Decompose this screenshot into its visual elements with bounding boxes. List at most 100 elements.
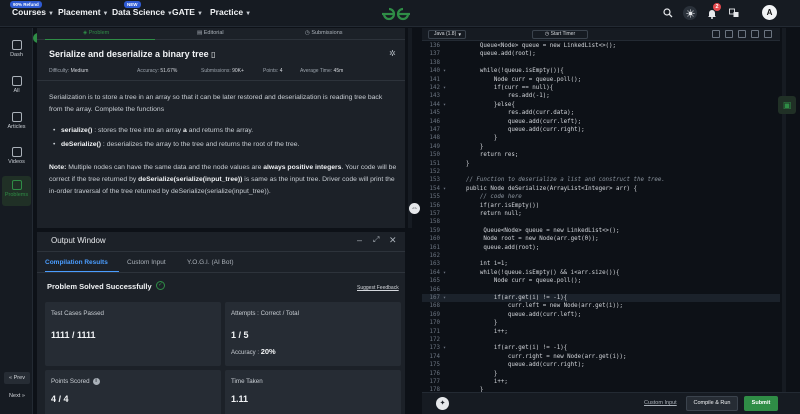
submit-button[interactable]: Submit: [744, 396, 778, 411]
grid-icon: [11, 76, 22, 86]
code-line[interactable]: 142 ▾ if(curr == null){: [422, 84, 780, 92]
code-line[interactable]: 150 return res;: [422, 151, 780, 159]
settings-icon[interactable]: [738, 30, 746, 38]
tab-editorial[interactable]: ▤ Editorial: [197, 30, 224, 36]
user-avatar[interactable]: A: [762, 5, 777, 20]
code-line[interactable]: 147 queue.add(curr.right);: [422, 126, 780, 134]
nav-courses[interactable]: Courses ▼: [12, 7, 54, 17]
info-icon[interactable]: i: [92, 378, 100, 385]
code-line[interactable]: 151 }: [422, 160, 780, 168]
code-line[interactable]: 152: [422, 168, 780, 176]
code-line[interactable]: 176 }: [422, 370, 780, 378]
editor-scrollbar[interactable]: [782, 28, 786, 392]
suggest-feedback-link[interactable]: Suggest Feedback: [357, 285, 399, 291]
close-icon[interactable]: ✕: [389, 235, 397, 246]
line-number: 159: [429, 227, 440, 234]
more-options-icon[interactable]: [764, 30, 772, 38]
code-line[interactable]: 161 queue.add(root);: [422, 244, 780, 252]
tab-custom-input[interactable]: Custom Input: [127, 259, 166, 266]
nav-gate[interactable]: GATE ▼: [172, 7, 203, 17]
bookmark-icon[interactable]: ▯: [211, 50, 215, 59]
next-button[interactable]: Next »: [4, 390, 30, 402]
code-line[interactable]: 159 Queue<Node> queue = new LinkedList<>…: [422, 227, 780, 235]
code-line[interactable]: 174 curr.right = new Node(arr.get(i));: [422, 353, 780, 361]
code-line[interactable]: 160 Node root = new Node(arr.get(0));: [422, 235, 780, 243]
resize-handle-icon[interactable]: ⇔: [409, 203, 420, 214]
rail-item-videos[interactable]: Videos: [2, 143, 31, 173]
code-line[interactable]: 175 queue.add(curr.right);: [422, 361, 780, 369]
code-line[interactable]: 168 curr.left = new Node(arr.get(i));: [422, 302, 780, 310]
nav-placement[interactable]: Placement ▼: [58, 7, 108, 17]
search-icon[interactable]: [661, 6, 675, 20]
code-line[interactable]: 165 Node curr = queue.poll();: [422, 277, 780, 285]
rail-item-problems[interactable]: Problems: [2, 176, 31, 206]
code-line[interactable]: 158: [422, 218, 780, 226]
code-line[interactable]: 157 return null;: [422, 210, 780, 218]
code-line[interactable]: 156 if(arr.isEmpty()): [422, 202, 780, 210]
code-line[interactable]: 155 // code here: [422, 193, 780, 201]
code-line[interactable]: 137 queue.add(root);: [422, 50, 780, 58]
code-text: Node curr = queue.poll();: [452, 278, 582, 285]
nav-data-science[interactable]: Data Science ▼: [112, 7, 173, 17]
code-line[interactable]: 141 Node curr = queue.poll();: [422, 76, 780, 84]
line-number: 172: [429, 337, 440, 343]
chat-icon[interactable]: ▣: [778, 96, 796, 114]
code-line[interactable]: 153 // Function to deserialize a list an…: [422, 176, 780, 184]
translate-icon[interactable]: [727, 6, 741, 20]
compile-run-button[interactable]: Compile & Run: [686, 396, 738, 411]
fold-chevron-icon[interactable]: ▾: [443, 269, 446, 277]
code-line[interactable]: 162: [422, 252, 780, 260]
lightbulb-icon[interactable]: ✦: [436, 397, 449, 410]
fold-chevron-icon[interactable]: ▾: [443, 344, 446, 352]
code-line[interactable]: 171 i++;: [422, 328, 780, 336]
code-editor[interactable]: Java (1.8) ▼ ◷ Start Timer 136 Queue<Node…: [422, 28, 780, 392]
code-line[interactable]: 167 ▾ if(arr.get(i) != -1){: [422, 294, 780, 303]
tab-problem[interactable]: ◈ Problem: [83, 30, 109, 36]
fold-chevron-icon[interactable]: ▾: [443, 294, 446, 302]
code-line[interactable]: 173 ▾ if(arr.get(i) != -1){: [422, 344, 780, 352]
code-line[interactable]: 154 ▾ public Node deSerialize(ArrayList<I…: [422, 185, 780, 193]
tab-yogi-ai-bot[interactable]: Y.O.G.I. (AI Bot): [187, 259, 233, 266]
fold-chevron-icon[interactable]: ▾: [443, 84, 446, 92]
prev-button[interactable]: « Prev: [4, 372, 30, 384]
problem-scrollbar[interactable]: [408, 28, 412, 228]
code-line[interactable]: 138: [422, 59, 780, 67]
code-line[interactable]: 177 i++;: [422, 378, 780, 386]
code-line[interactable]: 146 queue.add(curr.left);: [422, 118, 780, 126]
code-line[interactable]: 164 ▾ while(!queue.isEmpty() && i<arr.siz…: [422, 269, 780, 277]
code-line[interactable]: 169 queue.add(curr.left);: [422, 311, 780, 319]
code-line[interactable]: 140 ▾ while(!queue.isEmpty()){: [422, 67, 780, 75]
code-line[interactable]: 163 int i=1;: [422, 260, 780, 268]
gfg-logo-icon[interactable]: [381, 6, 411, 22]
reset-icon[interactable]: [725, 30, 733, 38]
tab-compilation-results[interactable]: Compilation Results: [45, 259, 108, 266]
copy-icon[interactable]: [712, 30, 720, 38]
fold-chevron-icon[interactable]: ▾: [443, 67, 446, 75]
code-line[interactable]: 170 }: [422, 319, 780, 327]
code-line[interactable]: 144 ▾ }else{: [422, 101, 780, 109]
rail-item-all[interactable]: All: [2, 72, 31, 102]
rail-item-dash[interactable]: Dash: [2, 36, 31, 66]
fullscreen-icon[interactable]: [751, 30, 759, 38]
expand-icon[interactable]: ⤢: [373, 235, 379, 245]
start-timer-button[interactable]: ◷ Start Timer: [532, 30, 588, 39]
code-line[interactable]: 136 Queue<Node> queue = new LinkedList<>…: [422, 42, 780, 50]
code-line[interactable]: 148 }: [422, 134, 780, 142]
theme-toggle-sun-icon[interactable]: [683, 6, 697, 20]
nav-practice[interactable]: Practice ▼: [210, 7, 251, 17]
custom-input-link[interactable]: Custom Input: [644, 400, 677, 406]
tab-submissions[interactable]: ◷ Submissions: [305, 30, 343, 36]
active-tab-indicator: [45, 39, 155, 40]
code-line[interactable]: 172: [422, 336, 780, 344]
minimize-icon[interactable]: –: [357, 235, 362, 245]
fold-chevron-icon[interactable]: ▾: [443, 101, 446, 109]
rail-item-articles[interactable]: Articles: [2, 108, 31, 138]
code-line[interactable]: 145 res.add(curr.data);: [422, 109, 780, 117]
report-bug-icon[interactable]: ✲: [389, 49, 396, 58]
code-text: if(arr.get(i) != -1){: [452, 345, 568, 352]
code-line[interactable]: 149 }: [422, 143, 780, 151]
code-line[interactable]: 166: [422, 286, 780, 294]
language-select[interactable]: Java (1.8) ▼: [428, 30, 466, 39]
fold-chevron-icon[interactable]: ▾: [443, 185, 446, 193]
code-line[interactable]: 143 res.add(-1);: [422, 92, 780, 100]
